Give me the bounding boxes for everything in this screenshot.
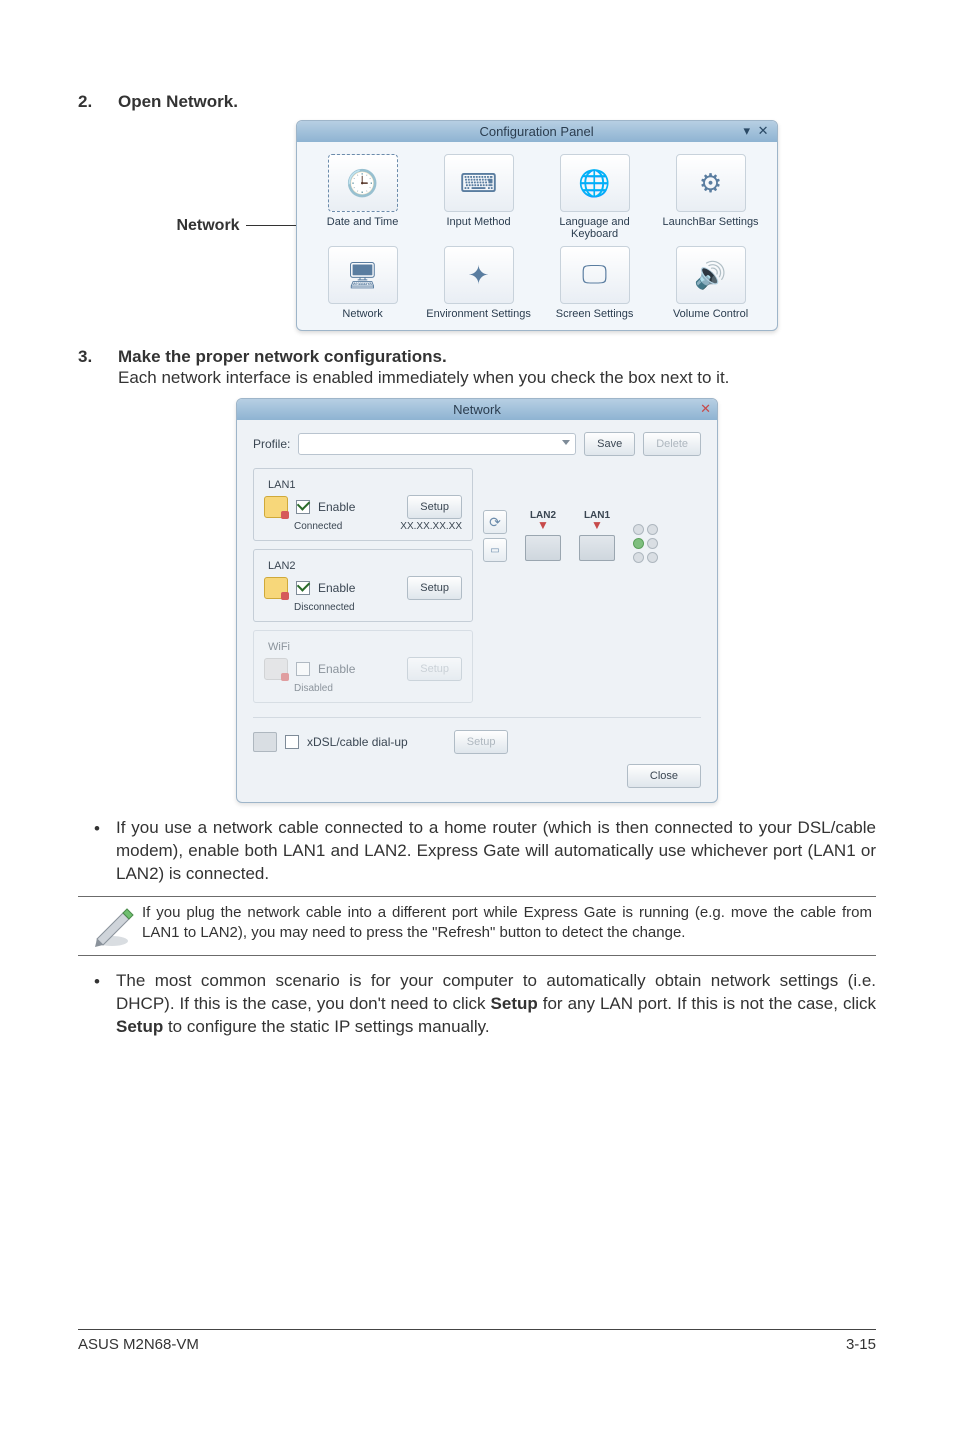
lan1-ip: XX.XX.XX.XX — [400, 521, 462, 532]
volume-control-icon[interactable]: 🔊 — [676, 246, 746, 304]
network-caption: Network — [305, 308, 421, 320]
network-dialog: Network ✕ Profile: Save Delete LAN1 — [236, 398, 718, 803]
input-method-caption: Input Method — [421, 216, 537, 228]
network-close-icon[interactable]: ✕ — [700, 401, 711, 417]
lan2-legend: LAN2 — [264, 560, 300, 572]
wifi-enable-checkbox — [296, 662, 310, 676]
launchbar-settings-caption: LaunchBar Settings — [653, 216, 769, 228]
launchbar-settings-icon[interactable]: ⚙ — [676, 154, 746, 212]
screen-settings-caption: Screen Settings — [537, 308, 653, 320]
close-button[interactable]: Close — [627, 764, 701, 788]
refresh-button[interactable]: ⟳ — [483, 510, 507, 534]
footer-left: ASUS M2N68-VM — [78, 1336, 199, 1353]
lan1-fieldset: LAN1 Enable Setup Connected XX.XX.XX.XX — [253, 468, 473, 541]
arrow-down-icon: ▼ — [525, 521, 561, 531]
input-method-icon[interactable]: ⌨ — [444, 154, 514, 212]
lan1-enable-checkbox[interactable] — [296, 500, 310, 514]
step3-number: 3. — [78, 347, 118, 367]
wifi-enable-label: Enable — [318, 662, 355, 676]
language-keyboard-icon[interactable]: 🌐 — [560, 154, 630, 212]
note-text: If you plug the network cable into a dif… — [142, 903, 872, 942]
configuration-panel-window: Configuration Panel ▾ ✕ 🕒 Date and Time … — [296, 120, 778, 331]
step2-number: 2. — [78, 92, 118, 112]
network-dialog-title: Network ✕ — [237, 399, 717, 420]
lan1-adapter-icon — [264, 496, 288, 518]
step3-text: Each network interface is enabled immedi… — [118, 367, 876, 390]
configuration-panel-title-text: Configuration Panel — [479, 124, 593, 139]
bullet2-part-c: for any LAN port. If this is not the cas… — [538, 994, 876, 1013]
environment-settings-caption: Environment Settings — [421, 308, 537, 320]
bullet-marker: • — [78, 817, 116, 839]
window-buttons[interactable]: ▾ ✕ — [744, 123, 771, 139]
lan1-enable-label: Enable — [318, 500, 355, 514]
lan2-setup-button[interactable]: Setup — [407, 576, 462, 600]
ports-diagram-icon: ▭ — [483, 538, 507, 562]
xdsl-label: xDSL/cable dial-up — [307, 735, 408, 749]
xdsl-checkbox[interactable] — [285, 735, 299, 749]
lan2-enable-checkbox[interactable] — [296, 581, 310, 595]
lan2-port-graphic — [525, 535, 561, 561]
delete-button[interactable]: Delete — [643, 432, 701, 456]
volume-control-caption: Volume Control — [653, 308, 769, 320]
profile-select[interactable] — [298, 433, 576, 455]
lan2-adapter-icon — [264, 577, 288, 599]
wifi-fieldset: WiFi Enable Setup Disabled — [253, 630, 473, 703]
date-time-caption: Date and Time — [305, 216, 421, 228]
pencil-note-icon — [82, 903, 142, 949]
wifi-setup-button: Setup — [407, 657, 462, 681]
profile-label: Profile: — [253, 437, 290, 451]
footer-right: 3-15 — [846, 1336, 876, 1353]
bullet2-bold-setup-2: Setup — [116, 1017, 163, 1036]
configuration-panel-title: Configuration Panel ▾ ✕ — [297, 121, 777, 142]
lan1-port: LAN1 ▼ — [579, 510, 615, 561]
lan1-status: Connected — [294, 521, 342, 532]
bullet2-text: The most common scenario is for your com… — [116, 970, 876, 1039]
callout-line — [246, 225, 296, 226]
lan1-legend: LAN1 — [264, 479, 300, 491]
wifi-legend: WiFi — [264, 641, 294, 653]
bullet2-part-e: to configure the static IP settings manu… — [163, 1017, 489, 1036]
wifi-status: Disabled — [294, 683, 462, 694]
lan2-fieldset: LAN2 Enable Setup Disconnected — [253, 549, 473, 622]
wifi-adapter-icon — [264, 658, 288, 680]
lan2-status: Disconnected — [294, 602, 462, 613]
screen-settings-icon[interactable]: 🖵 — [560, 246, 630, 304]
bullet2-bold-setup-1: Setup — [491, 994, 538, 1013]
save-button[interactable]: Save — [584, 432, 635, 456]
port-leds — [633, 510, 657, 562]
network-icon[interactable]: 🖥 — [328, 246, 398, 304]
environment-settings-icon[interactable]: ✦ — [444, 246, 514, 304]
bullet1-text: If you use a network cable connected to … — [116, 817, 876, 886]
step2-title: Open Network. — [118, 92, 238, 111]
bullet-marker: • — [78, 970, 116, 992]
date-time-icon[interactable]: 🕒 — [328, 154, 398, 212]
lan1-port-graphic — [579, 535, 615, 561]
xdsl-setup-button[interactable]: Setup — [454, 730, 509, 754]
lan2-enable-label: Enable — [318, 581, 355, 595]
network-callout-label: Network — [176, 217, 239, 235]
step3-title: Make the proper network configurations. — [118, 347, 876, 367]
lan2-port: LAN2 ▼ — [525, 510, 561, 561]
network-dialog-title-text: Network — [453, 402, 501, 417]
lan1-setup-button[interactable]: Setup — [407, 495, 462, 519]
arrow-down-icon: ▼ — [579, 521, 615, 531]
modem-icon — [253, 732, 277, 752]
language-keyboard-caption: Language and Keyboard — [537, 216, 653, 240]
